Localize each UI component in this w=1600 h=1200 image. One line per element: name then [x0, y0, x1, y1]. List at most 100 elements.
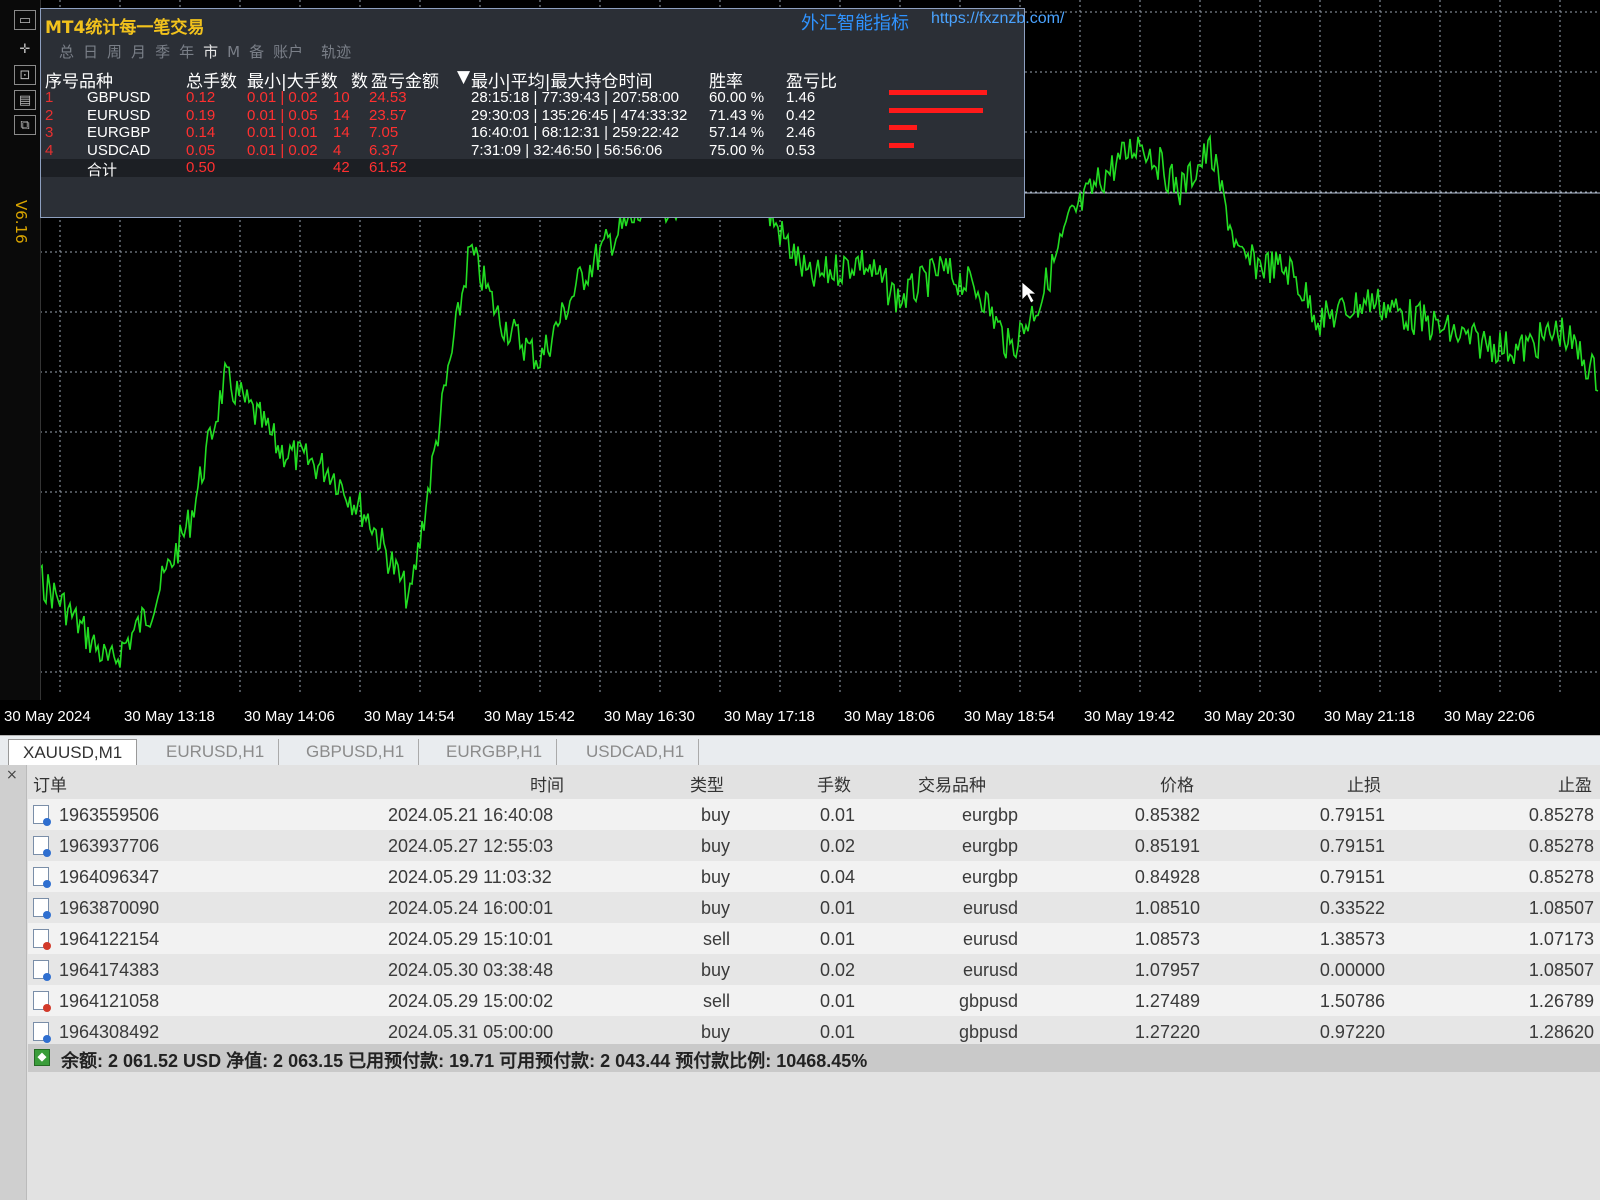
- header-sort-marker[interactable]: ▼: [457, 67, 470, 87]
- order-lots: 0.01: [819, 1022, 855, 1042]
- period-tab[interactable]: M: [227, 43, 240, 61]
- sell-order-icon: [33, 929, 51, 950]
- window-icon[interactable]: ▭: [14, 10, 36, 30]
- col-header-time[interactable]: 时间: [530, 771, 564, 796]
- order-time: 2024.05.29 15:00:02: [388, 991, 554, 1011]
- row-hold-times: 7:31:09 | 32:46:50 | 56:56:06: [471, 141, 663, 159]
- order-take-profit: 0.85278: [1528, 805, 1594, 825]
- terminal-panel: × 订单 时间 类型 手数 交易品种 价格 止损 止盈 1963559506 20…: [0, 765, 1600, 1200]
- period-tab[interactable]: 周: [107, 43, 122, 61]
- time-tick-label: 30 May 18:54: [964, 708, 1055, 725]
- order-symbol: gbpusd: [958, 991, 1018, 1011]
- order-type: buy: [700, 960, 730, 980]
- col-header-type[interactable]: 类型: [690, 771, 724, 796]
- order-row[interactable]: 1963559506 2024.05.21 16:40:08 buy 0.01 eurg…: [28, 799, 1600, 830]
- order-time: 2024.05.30 03:38:48: [388, 960, 554, 980]
- order-time: 2024.05.21 16:40:08: [388, 805, 554, 825]
- row-pl-ratio: 2.46: [786, 124, 816, 141]
- chart-tab[interactable]: XAUUSD,M1: [8, 739, 138, 766]
- col-header-sl[interactable]: 止损: [1347, 771, 1381, 796]
- chart-tab-bar: XAUUSD,M1 EURUSD,H1 GBPUSD,H1 EURGBP,H1 USDC…: [0, 735, 1600, 766]
- total-label: 合计: [87, 162, 118, 179]
- period-tab[interactable]: 年: [179, 43, 194, 61]
- buy-order-icon: [33, 836, 51, 857]
- buy-order-icon: [33, 1022, 51, 1043]
- grid-icon[interactable]: ▤: [14, 90, 36, 110]
- order-stop-loss: 0.33522: [1319, 898, 1385, 918]
- period-tab[interactable]: 备: [249, 43, 264, 61]
- pl-bar: [889, 142, 914, 148]
- order-lots: 0.04: [819, 867, 855, 887]
- order-row[interactable]: 1964308492 2024.05.31 05:00:00 buy 0.01 gbpu…: [28, 1016, 1600, 1047]
- order-lots: 0.02: [819, 960, 855, 980]
- order-id: 1964122154: [59, 929, 160, 949]
- total-lots: 0.50: [186, 159, 216, 176]
- chart-tab[interactable]: EURGBP,H1: [432, 739, 558, 765]
- order-row[interactable]: 1964174383 2024.05.30 03:38:48 buy 0.02 euru…: [28, 954, 1600, 985]
- order-lots: 0.01: [819, 805, 855, 825]
- row-pl: 7.05: [369, 124, 399, 141]
- period-tab[interactable]: 季: [155, 43, 170, 61]
- col-header-symbol[interactable]: 交易品种: [918, 771, 986, 796]
- order-type: buy: [700, 1022, 730, 1042]
- order-lots: 0.01: [819, 929, 855, 949]
- buy-order-icon: [33, 960, 51, 981]
- period-tab[interactable]: 账户: [273, 43, 303, 61]
- order-id: 1963559506: [59, 805, 160, 825]
- order-row[interactable]: 1964096347 2024.05.29 11:03:32 buy 0.04 eurg…: [28, 861, 1600, 892]
- order-row[interactable]: 1963937706 2024.05.27 12:55:03 buy 0.02 eurg…: [28, 830, 1600, 861]
- period-tab[interactable]: 市: [203, 43, 218, 61]
- order-stop-loss: 0.79151: [1319, 805, 1385, 825]
- period-tab[interactable]: 轨迹: [321, 43, 351, 61]
- panel-url-link[interactable]: https://fxznzb.com/: [931, 10, 1064, 28]
- order-price: 0.85191: [1134, 836, 1200, 856]
- chart-tab[interactable]: GBPUSD,H1: [292, 739, 420, 765]
- pl-bar: [889, 125, 917, 130]
- chart-tab[interactable]: EURUSD,H1: [152, 739, 280, 765]
- row-symbol: EURUSD: [87, 106, 151, 124]
- account-summary-text: 余额: 2 061.52 USD 净值: 2 063.15 已用预付款: 19.…: [61, 1051, 868, 1071]
- col-header-order[interactable]: 订单: [33, 771, 67, 796]
- layers-icon[interactable]: ⧉: [14, 115, 36, 135]
- col-header-price[interactable]: 价格: [1160, 771, 1194, 796]
- close-icon[interactable]: ×: [6, 767, 18, 783]
- row-minmax-lots: 0.01 | 0.05: [247, 106, 318, 124]
- col-header-tp[interactable]: 止盈: [1558, 771, 1592, 796]
- row-hold-times: 28:15:18 | 77:39:43 | 207:58:00: [471, 89, 679, 106]
- row-symbol: GBPUSD: [87, 89, 151, 106]
- row-win-rate: 75.00 %: [709, 141, 765, 159]
- price-chart[interactable]: ▭ ✛ ⊡ ▤ ⧉ V6.16 MT4统计每一笔交易 外汇智能指标 https:…: [0, 0, 1600, 735]
- row-pl-ratio: 0.42: [786, 106, 816, 124]
- col-header-lots[interactable]: 手数: [817, 771, 851, 796]
- row-pl-ratio: 1.46: [786, 89, 816, 106]
- order-row[interactable]: 1964122154 2024.05.29 15:10:01 sell 0.01 eur…: [28, 923, 1600, 954]
- buy-order-icon: [33, 898, 51, 919]
- order-price: 1.08573: [1134, 929, 1200, 949]
- row-win-rate: 60.00 %: [709, 89, 765, 106]
- chart-tab[interactable]: USDCAD,H1: [572, 739, 700, 765]
- row-total-lots: 0.14: [186, 124, 216, 141]
- row-index: 4: [45, 141, 54, 159]
- panel-icon[interactable]: ⊡: [14, 65, 36, 85]
- order-symbol: eurusd: [962, 929, 1018, 949]
- order-type: sell: [702, 929, 730, 949]
- order-row[interactable]: 1963870090 2024.05.24 16:00:01 buy 0.01 euru…: [28, 892, 1600, 923]
- row-count: 14: [333, 124, 350, 141]
- order-row[interactable]: 1964121058 2024.05.29 15:00:02 sell 0.01 gbp…: [28, 985, 1600, 1016]
- row-count: 14: [333, 106, 350, 124]
- period-tab[interactable]: 总: [59, 43, 74, 61]
- pl-bar: [889, 90, 987, 95]
- row-pl-ratio: 0.53: [786, 141, 816, 159]
- row-index: 1: [45, 89, 54, 106]
- mouse-cursor-icon: [1021, 281, 1038, 304]
- period-tab[interactable]: 日: [83, 43, 98, 61]
- row-count: 10: [333, 89, 350, 106]
- panel-brand-link[interactable]: 外汇智能指标: [801, 9, 909, 35]
- order-price: 0.85382: [1134, 805, 1200, 825]
- order-id: 1964308492: [59, 1022, 160, 1042]
- row-count: 4: [333, 141, 342, 159]
- period-tab[interactable]: 月: [131, 43, 146, 61]
- order-take-profit: 1.07173: [1528, 929, 1594, 949]
- crosshair-icon[interactable]: ✛: [14, 40, 36, 60]
- order-stop-loss: 1.50786: [1319, 991, 1385, 1011]
